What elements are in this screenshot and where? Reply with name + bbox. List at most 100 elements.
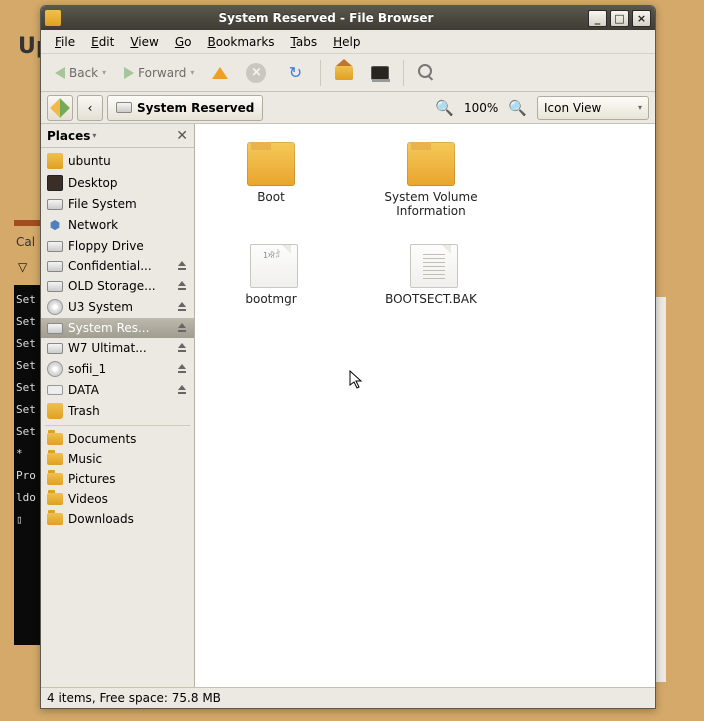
- home-button[interactable]: [329, 63, 359, 83]
- eject-icon[interactable]: [176, 301, 188, 313]
- bookmark-label: Music: [68, 452, 188, 466]
- file-name: Boot: [257, 190, 285, 204]
- sidebar-item-label: ubuntu: [68, 154, 188, 168]
- sidebar-close-button[interactable]: ✕: [176, 128, 188, 144]
- file-item-3[interactable]: BOOTSECT.BAK: [367, 238, 495, 312]
- eject-icon[interactable]: [176, 322, 188, 334]
- sidebar-item-3[interactable]: ⬢Network: [41, 214, 194, 236]
- sidebar-item-11[interactable]: DATA: [41, 380, 194, 400]
- sidebar-item-10[interactable]: sofii_1: [41, 358, 194, 380]
- sidebar-item-5[interactable]: Confidential...: [41, 256, 194, 276]
- sidebar-item-label: Floppy Drive: [68, 239, 188, 253]
- close-button[interactable]: ×: [632, 10, 651, 27]
- zoom-level: 100%: [464, 101, 498, 115]
- sidebar-item-9[interactable]: W7 Ultimat...: [41, 338, 194, 358]
- sidebar-item-label: System Res...: [68, 321, 171, 335]
- sidebar-item-label: File System: [68, 197, 188, 211]
- up-button[interactable]: [206, 64, 234, 82]
- sidebar-item-label: Confidential...: [68, 259, 171, 273]
- menu-tabs[interactable]: Tabs: [285, 32, 324, 52]
- home-icon: [47, 153, 63, 169]
- forward-dropdown-icon: ▾: [190, 68, 194, 77]
- fold-icon: [47, 453, 63, 465]
- file-view[interactable]: Boot System Volume Information bootmgr BOOT…: [195, 124, 655, 687]
- file-item-2[interactable]: bootmgr: [207, 238, 335, 312]
- fold-icon: [47, 513, 63, 525]
- path-segment[interactable]: System Reserved: [107, 95, 263, 121]
- file-icon: [250, 244, 298, 288]
- bookmark-item-0[interactable]: Documents: [41, 429, 194, 449]
- menu-edit[interactable]: Edit: [85, 32, 120, 52]
- bookmark-label: Downloads: [68, 512, 188, 526]
- menu-view[interactable]: View: [124, 32, 164, 52]
- back-button[interactable]: Back ▾: [49, 63, 112, 83]
- bookmark-item-3[interactable]: Videos: [41, 489, 194, 509]
- menu-help[interactable]: Help: [327, 32, 366, 52]
- sidebar-item-2[interactable]: File System: [41, 194, 194, 214]
- computer-icon: [371, 66, 389, 80]
- sidebar-item-label: W7 Ultimat...: [68, 341, 171, 355]
- eject-icon[interactable]: [176, 363, 188, 375]
- eject-icon[interactable]: [176, 342, 188, 354]
- status-bar: 4 items, Free space: 75.8 MB: [41, 687, 655, 708]
- search-button[interactable]: [412, 61, 442, 85]
- disk-icon: [47, 199, 63, 210]
- zoom-in-button[interactable]: 🔍: [508, 99, 527, 117]
- fold-icon: [47, 493, 63, 505]
- file-item-0[interactable]: Boot: [207, 130, 335, 224]
- bookmark-label: Videos: [68, 492, 188, 506]
- sidebar-list: ubuntu Desktop File System ⬢Network Floppy D…: [41, 148, 194, 687]
- view-label: Icon View: [544, 101, 601, 115]
- places-label: Places: [47, 129, 90, 143]
- reload-button[interactable]: ↻: [278, 60, 312, 85]
- sidebar: Places ▾ ✕ ubuntu Desktop File System ⬢Netw…: [41, 124, 195, 687]
- sidebar-header[interactable]: Places ▾ ✕: [41, 124, 194, 148]
- eject-icon[interactable]: [176, 280, 188, 292]
- sidebar-item-0[interactable]: ubuntu: [41, 150, 194, 172]
- disk-icon: [47, 241, 63, 252]
- disk-icon: [47, 323, 63, 334]
- back-dropdown-icon[interactable]: ▾: [102, 68, 106, 77]
- arrow-up-icon: [212, 67, 228, 79]
- back-label: Back: [69, 66, 98, 80]
- fold-icon: [47, 433, 63, 445]
- bookmark-item-2[interactable]: Pictures: [41, 469, 194, 489]
- sidebar-item-12[interactable]: Trash: [41, 400, 194, 422]
- path-back-button[interactable]: ‹: [77, 95, 103, 121]
- usb-icon: [47, 385, 63, 395]
- chevron-down-icon: ▾: [638, 103, 642, 112]
- separator: [403, 60, 404, 86]
- maximize-button[interactable]: □: [610, 10, 629, 27]
- bg-collapse-icon: ▽: [18, 260, 27, 274]
- reload-icon: ↻: [284, 63, 306, 82]
- file-item-1[interactable]: System Volume Information: [367, 130, 495, 224]
- view-selector[interactable]: Icon View ▾: [537, 96, 649, 120]
- bookmark-item-1[interactable]: Music: [41, 449, 194, 469]
- sidebar-item-8[interactable]: System Res...: [41, 318, 194, 338]
- minimize-button[interactable]: _: [588, 10, 607, 27]
- file-icon: [410, 244, 458, 288]
- status-text: 4 items, Free space: 75.8 MB: [47, 691, 221, 705]
- menu-bookmarks[interactable]: Bookmarks: [201, 32, 280, 52]
- arrow-left-icon: [55, 67, 65, 79]
- zoom-out-button[interactable]: 🔍: [435, 99, 454, 117]
- disk-icon: [47, 343, 63, 354]
- menu-file[interactable]: File: [49, 32, 81, 52]
- file-name: bootmgr: [245, 292, 296, 306]
- titlebar[interactable]: System Reserved - File Browser _ □ ×: [41, 6, 655, 30]
- disk-icon: [116, 102, 132, 113]
- menu-go[interactable]: Go: [169, 32, 198, 52]
- eject-icon[interactable]: [176, 260, 188, 272]
- sidebar-item-4[interactable]: Floppy Drive: [41, 236, 194, 256]
- sidebar-item-7[interactable]: U3 System: [41, 296, 194, 318]
- sidebar-item-6[interactable]: OLD Storage...: [41, 276, 194, 296]
- cd-icon: [47, 299, 63, 315]
- edit-path-button[interactable]: [47, 95, 73, 121]
- computer-button[interactable]: [365, 63, 395, 83]
- sidebar-item-1[interactable]: Desktop: [41, 172, 194, 194]
- bookmark-item-4[interactable]: Downloads: [41, 509, 194, 529]
- disk-icon: [47, 261, 63, 272]
- eject-icon[interactable]: [176, 384, 188, 396]
- bg-cal-label: Cal: [16, 235, 35, 249]
- pencil-icon: [50, 98, 70, 118]
